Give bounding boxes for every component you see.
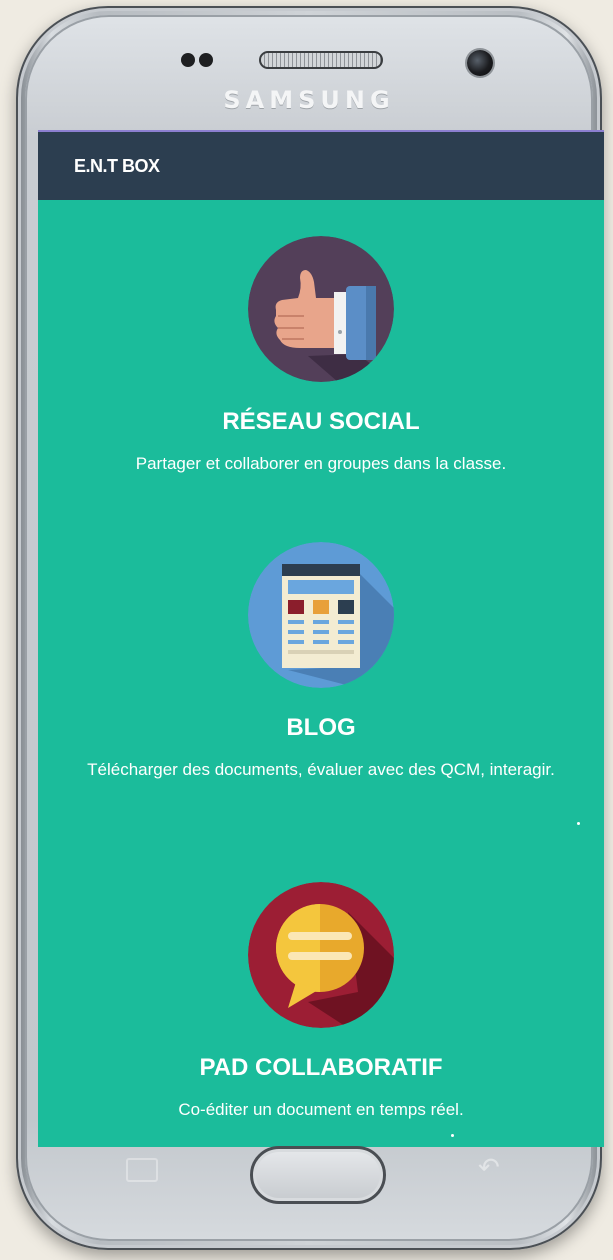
feature-social-network[interactable]: RÉSEAU SOCIAL Partager et collaborer en …: [38, 236, 604, 477]
feature-description: Co-éditer un document en temps réel.: [178, 1100, 464, 1119]
blog-document-icon[interactable]: [248, 542, 394, 688]
feature-blog[interactable]: BLOG Télécharger des documents, évaluer …: [38, 542, 604, 783]
front-camera-icon: [467, 50, 493, 76]
stray-dot: [451, 1134, 454, 1137]
feature-title[interactable]: PAD COLLABORATIF: [38, 1054, 604, 1082]
back-icon[interactable]: ↶: [478, 1154, 514, 1180]
thumbs-up-icon[interactable]: [248, 236, 394, 382]
feature-description: Télécharger des documents, évaluer avec …: [87, 760, 555, 779]
sensor-dots: [181, 53, 217, 72]
chat-bubble-icon[interactable]: [248, 882, 394, 1028]
app-screen: E.N.T BOX RÉSEAU SOCIAL Partager et coll…: [38, 130, 604, 1147]
earpiece-speaker: [259, 51, 383, 69]
feature-description: Partager et collaborer en groupes dans l…: [135, 454, 507, 473]
phone-frame: SAMSUNG E.N.T BOX RÉSEAU SOCIAL Partager…: [16, 6, 604, 1250]
feature-collaborative-pad[interactable]: PAD COLLABORATIF Co-éditer un document e…: [38, 882, 604, 1123]
app-bar: E.N.T BOX: [38, 132, 604, 200]
device-brand: SAMSUNG: [223, 86, 395, 114]
stray-dot: [577, 822, 580, 825]
feature-title[interactable]: BLOG: [38, 714, 604, 742]
recent-apps-icon[interactable]: [126, 1158, 158, 1182]
hardware-nav-bar: ↶: [16, 1146, 602, 1236]
home-button[interactable]: [250, 1146, 386, 1204]
app-title: E.N.T BOX: [74, 155, 160, 176]
feature-title[interactable]: RÉSEAU SOCIAL: [38, 408, 604, 436]
